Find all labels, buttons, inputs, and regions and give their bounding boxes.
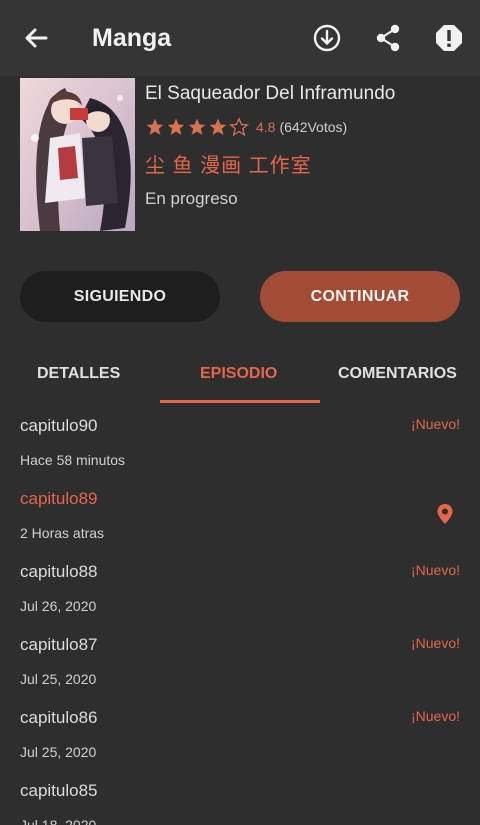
episode-date: 2 Horas atras <box>20 525 105 541</box>
new-badge: ¡Nuevo! <box>410 562 460 578</box>
continue-button[interactable]: CONTINUAR <box>260 271 460 322</box>
rating-value: 4.8 <box>256 119 276 135</box>
studio-name[interactable]: 尘 鱼 漫画 工作室 <box>145 149 312 178</box>
new-badge: ¡Nuevo! <box>410 635 460 651</box>
download-icon[interactable] <box>311 22 343 54</box>
star-empty-icon <box>229 117 249 137</box>
list-item[interactable]: capitulo89 2 Horas atras <box>0 476 480 549</box>
tab-comments[interactable]: COMENTARIOS <box>338 365 457 383</box>
new-badge: ¡Nuevo! <box>410 708 460 724</box>
report-icon[interactable] <box>433 22 465 54</box>
tab-details[interactable]: DETALLES <box>37 365 120 383</box>
episode-date: Jul 18, 2020 <box>20 817 97 825</box>
list-item[interactable]: capitulo86 Jul 25, 2020 ¡Nuevo! <box>0 695 480 768</box>
tab-bar: DETALLES EPISODIO COMENTARIOS <box>0 347 480 403</box>
tab-episodes[interactable]: EPISODIO <box>200 365 277 383</box>
episode-name: capitulo88 <box>20 562 98 581</box>
back-arrow-icon[interactable] <box>20 22 52 54</box>
page-title: Manga <box>92 24 172 52</box>
star-filled-icon <box>167 118 185 135</box>
episode-date: Jul 25, 2020 <box>20 671 97 687</box>
share-icon[interactable] <box>372 22 404 54</box>
episode-name: capitulo90 <box>20 416 98 435</box>
episode-name: capitulo86 <box>20 708 98 727</box>
votes-count: (642Votos) <box>279 119 348 135</box>
episode-date: Hace 58 minutos <box>20 452 126 468</box>
episode-date: Jul 26, 2020 <box>20 598 97 614</box>
location-pin-icon <box>437 504 453 524</box>
app-bar: Manga <box>0 0 480 76</box>
episode-name: capitulo85 <box>20 781 98 800</box>
new-badge: ¡Nuevo! <box>410 416 460 432</box>
star-filled-icon <box>209 118 227 135</box>
list-item[interactable]: capitulo87 Jul 25, 2020 ¡Nuevo! <box>0 622 480 695</box>
rating-row: 4.8 (642Votos) <box>145 116 347 138</box>
star-filled-icon <box>188 118 206 135</box>
list-item[interactable]: capitulo85 Jul 18, 2020 <box>0 768 480 825</box>
manga-cover-image <box>20 78 135 231</box>
star-filled-icon <box>146 118 164 135</box>
episode-name: capitulo87 <box>20 635 98 654</box>
following-button[interactable]: SIGUIENDO <box>20 271 220 322</box>
episode-name: capitulo89 <box>20 489 98 508</box>
list-item[interactable]: capitulo88 Jul 26, 2020 ¡Nuevo! <box>0 549 480 622</box>
publication-status: En progreso <box>145 189 238 208</box>
manga-title: El Saqueador Del Inframundo <box>145 83 396 104</box>
list-item[interactable]: capitulo90 Hace 58 minutos ¡Nuevo! <box>0 403 480 476</box>
episode-date: Jul 25, 2020 <box>20 744 97 760</box>
